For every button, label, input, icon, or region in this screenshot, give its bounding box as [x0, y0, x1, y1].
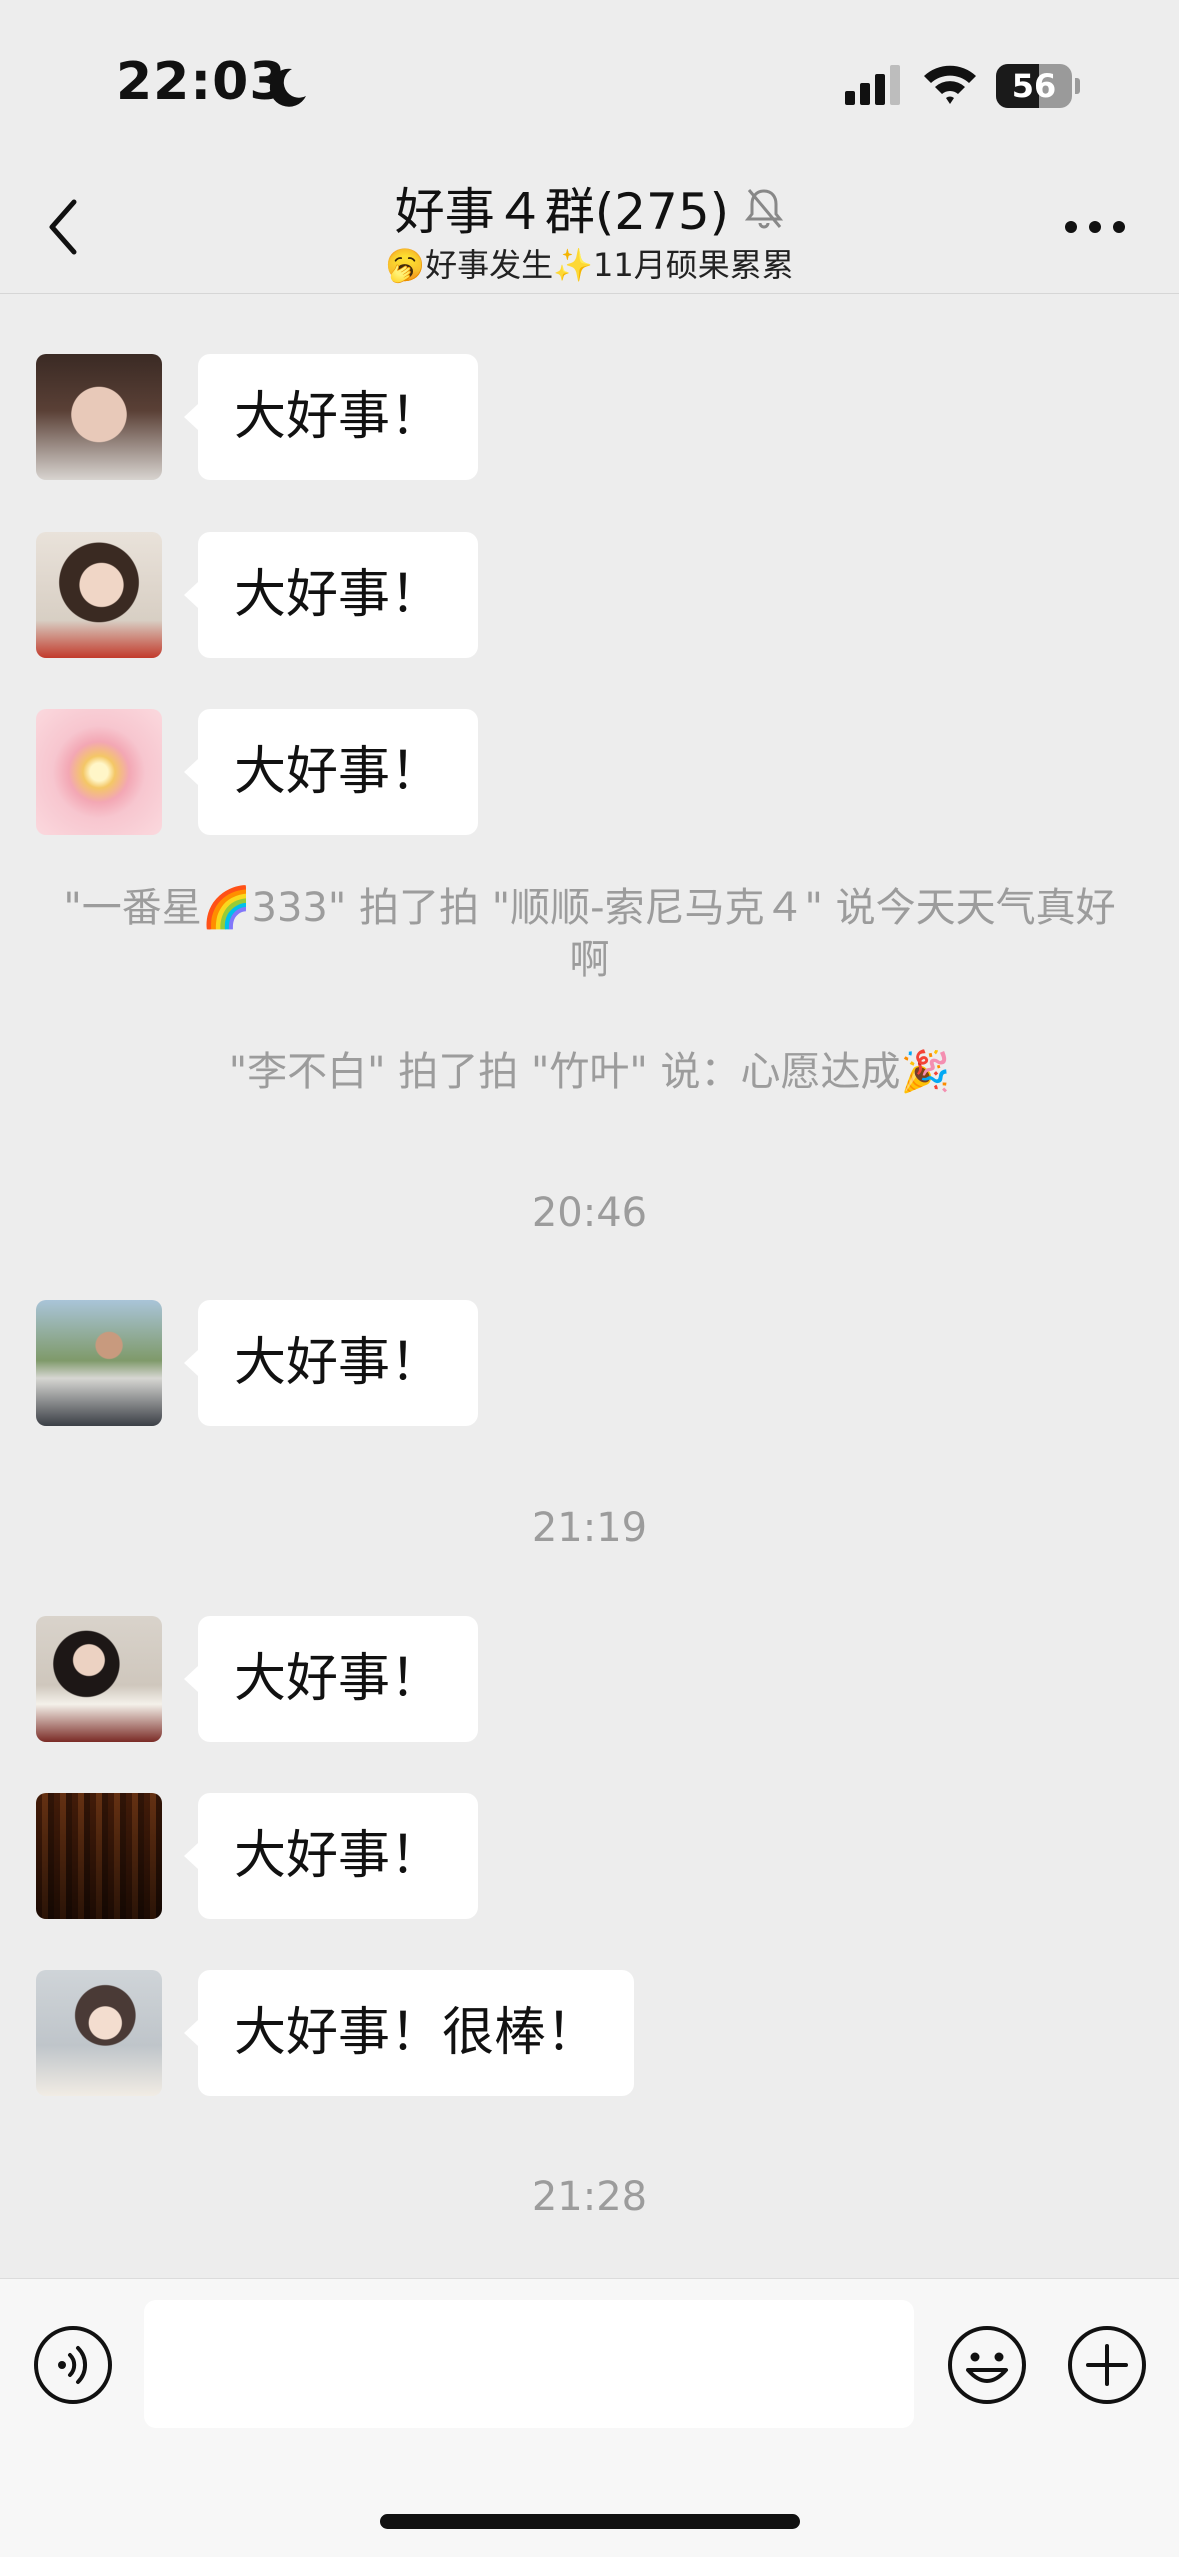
wifi-icon: [924, 65, 976, 104]
woman-reading-avatar[interactable]: [36, 1616, 162, 1742]
message-bubble[interactable]: 大好事！: [183, 1300, 479, 1426]
chat-title: 好事４群(275): [394, 183, 730, 241]
battery-icon: 56: [996, 64, 1080, 108]
mute-bell-icon: [745, 189, 784, 229]
message-bubble[interactable]: 大好事！: [183, 1616, 479, 1742]
message-bubble[interactable]: 大好事！: [183, 1793, 479, 1919]
woman-portrait-avatar[interactable]: [36, 354, 162, 480]
child-at-desk-avatar[interactable]: [36, 1970, 162, 2096]
timestamp: 21:28: [531, 2174, 648, 2220]
chat-subtitle: 🥱好事发生✨11月硕果累累: [385, 246, 794, 284]
battery-level: 56: [1011, 67, 1057, 105]
system-note: "李不白" 拍了拍 "竹叶" 说：心愿达成🎉: [228, 1049, 951, 1095]
more-icon[interactable]: [1064, 220, 1126, 234]
timestamp: 21:19: [531, 1505, 648, 1551]
message-bubble[interactable]: 大好事！: [183, 354, 479, 480]
message-bubble[interactable]: 大好事！很棒！: [183, 1970, 635, 2096]
glowing-orb-avatar[interactable]: [36, 709, 162, 835]
message-bubble[interactable]: 大好事！: [183, 709, 479, 835]
man-outdoors-avatar[interactable]: [36, 1300, 162, 1426]
voice-icon[interactable]: [32, 2324, 114, 2406]
header-divider: [0, 293, 1179, 294]
timestamp: 20:46: [531, 1190, 648, 1236]
emoji-icon[interactable]: [946, 2324, 1028, 2406]
status-time: 22:03: [116, 52, 287, 112]
system-note: "一番星🌈333" 拍了拍 "顺顺-索尼马克４" 说今天天气真好啊: [63, 885, 1116, 983]
moon-icon: [269, 68, 306, 107]
status-bar: 22:03 56: [0, 0, 1179, 170]
message-bubble[interactable]: 大好事！: [183, 532, 479, 658]
home-indicator: [380, 2514, 800, 2529]
library-room-avatar[interactable]: [36, 1793, 162, 1919]
chat-title-row[interactable]: 好事４群(275): [0, 172, 1179, 244]
cellular-signal-icon: [845, 65, 900, 105]
message-input[interactable]: [144, 2300, 914, 2428]
plus-icon[interactable]: [1066, 2324, 1148, 2406]
anime-girl-avatar[interactable]: [36, 532, 162, 658]
